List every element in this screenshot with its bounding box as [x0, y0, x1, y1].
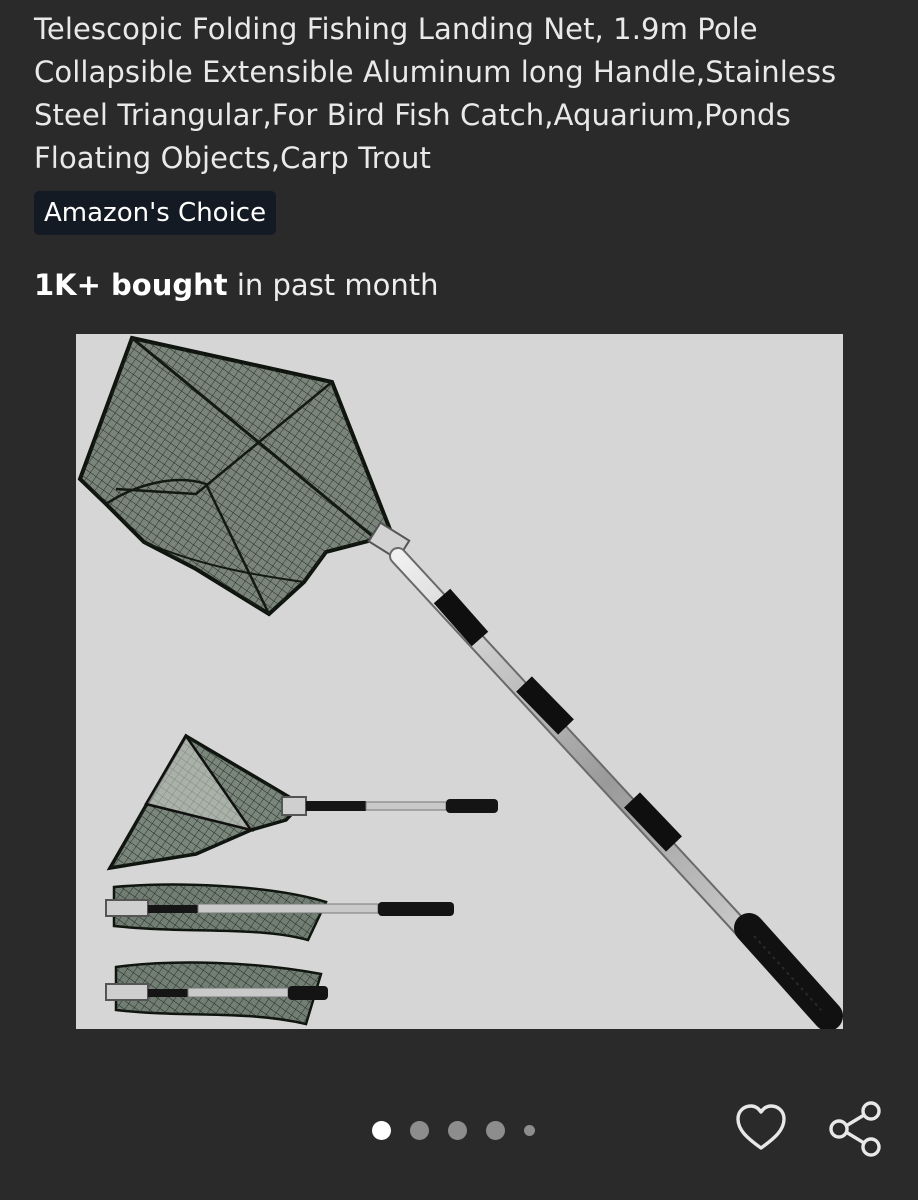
purchase-count: 1K+ bought in past month [34, 264, 439, 306]
collapsed-net-one [105, 883, 454, 942]
carousel-dot-3[interactable] [448, 1120, 467, 1140]
bought-count: 1K+ bought [34, 268, 228, 302]
carousel-dot-5[interactable] [524, 1124, 535, 1136]
product-image[interactable] [76, 334, 843, 1029]
medium-folded-net [106, 733, 498, 871]
share-button[interactable] [828, 1101, 884, 1157]
carousel-dot-4[interactable] [486, 1120, 505, 1140]
long-pole [389, 547, 843, 1029]
favorite-button[interactable] [733, 1101, 789, 1157]
image-carousel-indicator[interactable] [372, 1118, 535, 1142]
bought-period: in past month [236, 268, 439, 302]
large-net-group [77, 335, 411, 617]
share-icon [829, 1101, 881, 1157]
carousel-dot-2[interactable] [410, 1120, 429, 1140]
heart-icon [736, 1104, 786, 1150]
collapsed-net-two [105, 961, 328, 1026]
product-title: Telescopic Folding Fishing Landing Net, … [34, 12, 837, 175]
amazons-choice-badge[interactable]: Amazon's Choice [34, 191, 277, 235]
carousel-dot-1[interactable] [372, 1120, 391, 1140]
fishing-net-illustration [77, 335, 843, 1029]
